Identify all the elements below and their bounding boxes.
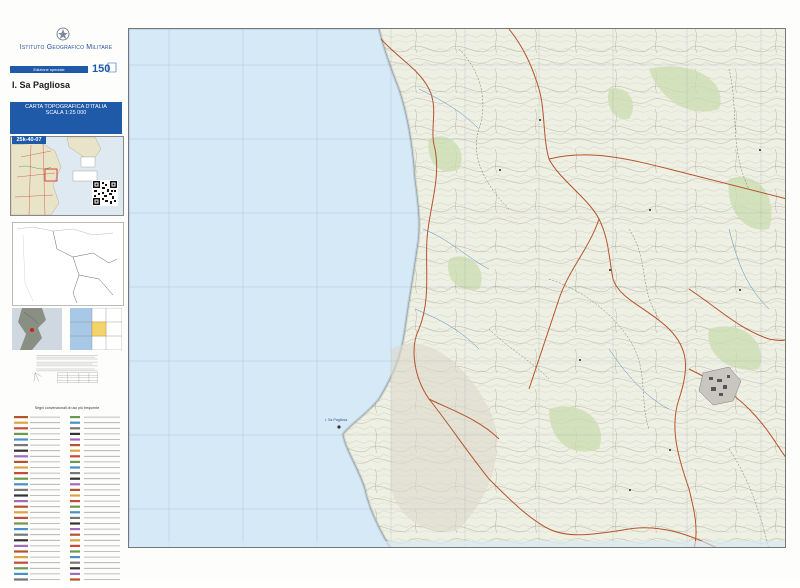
usage-notes-block — [33, 355, 98, 383]
legend-symbol-swatch — [14, 567, 28, 570]
legend-symbol-swatch — [70, 488, 80, 491]
legend-symbol-swatch — [14, 522, 28, 525]
legend-symbol-swatch — [70, 556, 80, 559]
legend-symbol-swatch — [14, 472, 28, 475]
administrative-boundaries-map — [12, 222, 124, 306]
legend-symbol-swatch — [70, 567, 80, 570]
legend-symbol-swatch — [70, 550, 80, 553]
legend-signs-title: Segni convenzionali di uso più frequente — [34, 406, 100, 410]
legend-symbol-swatch — [14, 432, 28, 435]
map-canvas: I. Sa Pagliosa — [129, 29, 785, 547]
legend-symbol-swatch — [70, 421, 80, 424]
legend-symbol-swatch — [70, 528, 80, 531]
legend-symbol-swatch — [70, 500, 80, 503]
legend-symbol-swatch — [14, 466, 28, 469]
sheet-code-badge: 25k-40-07 — [12, 136, 46, 144]
legend-symbol-swatch — [14, 550, 28, 553]
edition-label: Edizione speciale — [10, 66, 88, 73]
legend-symbol-swatch — [70, 494, 80, 497]
legend-symbol-swatch — [70, 427, 80, 430]
legend-symbol-swatch — [14, 483, 28, 486]
legend-symbol-swatch — [70, 472, 80, 475]
legend-symbol-swatch — [14, 455, 28, 458]
legend-symbol-swatch — [14, 460, 28, 463]
adjacent-sheets-grid — [70, 308, 122, 350]
qr-code-icon — [92, 180, 118, 206]
legend-symbol-swatch — [70, 438, 80, 441]
legend-symbol-swatch — [70, 477, 80, 480]
legend-symbol-swatch — [70, 483, 80, 486]
institute-brand: Istituto Geografico Militare — [8, 26, 124, 56]
legend-symbol-swatch — [70, 455, 80, 458]
legend-symbols — [14, 416, 120, 581]
series-box: CARTA TOPOGRAFICA D'ITALIA SCALA 1:25 00… — [10, 102, 122, 134]
legend-symbol-swatch — [70, 572, 80, 575]
legend-symbol-swatch — [70, 460, 80, 463]
topographic-map[interactable]: I. Sa Pagliosa — [128, 28, 786, 548]
legend-symbol-swatch — [14, 544, 28, 547]
magnetic-declination-diagram — [12, 308, 62, 350]
anniversary-number: 150 — [92, 63, 110, 75]
map-sheet: Istituto Geografico Militare Edizione sp… — [0, 0, 800, 581]
legend-column: Istituto Geografico Militare Edizione sp… — [6, 22, 124, 581]
republic-emblem-icon — [56, 27, 70, 41]
legend-symbol-swatch — [14, 477, 28, 480]
legend-symbol-swatch — [14, 561, 28, 564]
legend-symbol-swatch — [14, 578, 28, 581]
legend-symbol-swatch — [14, 528, 28, 531]
legend-symbol-swatch — [14, 505, 28, 508]
legend-symbol-swatch — [70, 561, 80, 564]
legend-symbol-swatch — [70, 522, 80, 525]
legend-symbol-swatch — [70, 466, 80, 469]
legend-symbol-swatch — [14, 556, 28, 559]
legend-symbol-swatch — [70, 449, 80, 452]
legend-symbol-swatch — [70, 533, 80, 536]
legend-symbol-swatch — [14, 421, 28, 424]
institute-name: Istituto Geografico Militare — [19, 44, 113, 51]
legend-symbol-swatch — [14, 416, 28, 419]
anniversary-logo-icon: 150 — [90, 60, 118, 76]
legend-symbol-swatch — [70, 511, 80, 514]
legend-symbol-swatch — [14, 444, 28, 447]
legend-symbol-swatch — [70, 539, 80, 542]
legend-symbol-swatch — [14, 427, 28, 430]
legend-symbol-swatch — [14, 438, 28, 441]
legend-symbol-swatch — [70, 505, 80, 508]
legend-symbol-swatch — [14, 488, 28, 491]
legend-symbol-swatch — [70, 432, 80, 435]
legend-symbol-swatch — [14, 539, 28, 542]
legend-symbol-swatch — [70, 444, 80, 447]
sheet-title: I. Sa Pagliosa — [12, 80, 71, 90]
legend-symbol-swatch — [14, 511, 28, 514]
sa-pagliosa-label: I. Sa Pagliosa — [325, 418, 347, 422]
legend-symbol-swatch — [70, 578, 80, 581]
legend-symbol-swatch — [14, 500, 28, 503]
legend-symbol-swatch — [70, 516, 80, 519]
legend-symbol-swatch — [14, 494, 28, 497]
legend-symbol-swatch — [70, 544, 80, 547]
legend-symbol-swatch — [14, 516, 28, 519]
legend-symbol-swatch — [14, 449, 28, 452]
legend-symbol-swatch — [14, 533, 28, 536]
legend-symbol-swatch — [70, 416, 80, 419]
legend-symbol-swatch — [14, 572, 28, 575]
series-subtext — [10, 116, 122, 120]
